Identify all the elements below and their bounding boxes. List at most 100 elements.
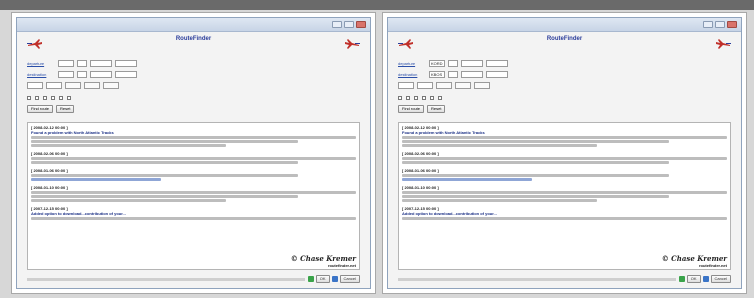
- departure-row: departure: [27, 58, 360, 69]
- destination-field[interactable]: [461, 71, 483, 78]
- setting-select-1[interactable]: [436, 82, 452, 89]
- news-log: [ 2008-02-12 00:00 ] Found a problem wit…: [398, 122, 731, 270]
- minimize-button[interactable]: [703, 21, 713, 28]
- window-controls: [332, 21, 366, 28]
- maximize-button[interactable]: [715, 21, 725, 28]
- help-icon: [331, 276, 338, 282]
- departure-sid-input[interactable]: [448, 60, 458, 67]
- departure-row: departure KORD: [398, 58, 731, 69]
- destination-input[interactable]: [58, 71, 74, 78]
- option-checkbox[interactable]: [398, 95, 403, 101]
- log-date: [ 2008-01-10 00:00 ]: [402, 185, 439, 190]
- app-header: RouteFinder: [398, 36, 731, 58]
- close-button[interactable]: [356, 21, 366, 28]
- option-checkbox[interactable]: [27, 95, 32, 101]
- option-checkbox[interactable]: [59, 95, 64, 101]
- log-entry: [ 2008-01-10 00:00 ]: [31, 185, 356, 202]
- setting-field-1[interactable]: [27, 82, 43, 89]
- reset-button[interactable]: Reset: [56, 104, 75, 113]
- screenshot-frame-right: RouteFinder departure KORD destination K…: [382, 12, 747, 294]
- airplane-icon: [398, 36, 414, 49]
- maximize-button[interactable]: [344, 21, 354, 28]
- departure-input[interactable]: [58, 60, 74, 67]
- log-entry: [ 2008-02-12 00:00 ] Found a problem wit…: [402, 125, 727, 147]
- setting-field-2[interactable]: [417, 82, 433, 89]
- reset-button[interactable]: Reset: [427, 104, 446, 113]
- cancel-button[interactable]: Cancel: [710, 275, 731, 283]
- log-date: [ 2008-01-06 00:00 ]: [402, 168, 439, 173]
- option-checkbox[interactable]: [43, 95, 48, 101]
- action-row: Find route Reset: [27, 103, 360, 114]
- destination-field[interactable]: [90, 71, 112, 78]
- departure-input[interactable]: KORD: [429, 60, 445, 67]
- setting-select-2[interactable]: [455, 82, 471, 89]
- app-name: RouteFinder: [546, 36, 583, 42]
- minimize-button[interactable]: [332, 21, 342, 28]
- option-checkbox[interactable]: [35, 95, 40, 101]
- setting-select-3[interactable]: [103, 82, 119, 89]
- destination-field-2[interactable]: [486, 71, 508, 78]
- destination-row: destination: [27, 69, 360, 80]
- departure-label: departure: [27, 61, 45, 66]
- options-row: [27, 93, 360, 103]
- departure-field[interactable]: [461, 60, 483, 67]
- destination-star-input[interactable]: [77, 71, 87, 78]
- option-checkbox[interactable]: [422, 95, 427, 101]
- cancel-button[interactable]: Cancel: [339, 275, 360, 283]
- play-icon: [678, 276, 685, 282]
- settings-row: [398, 80, 731, 91]
- option-checkbox[interactable]: [414, 95, 419, 101]
- destination-star-input[interactable]: [448, 71, 458, 78]
- ok-button[interactable]: OK: [315, 275, 330, 283]
- destination-input[interactable]: KBOS: [429, 71, 445, 78]
- log-entry: [ 2008-02-12 00:00 ] Found a problem wit…: [31, 125, 356, 147]
- setting-field-1[interactable]: [398, 82, 414, 89]
- option-checkbox[interactable]: [51, 95, 56, 101]
- top-band: [0, 0, 754, 10]
- log-entry: [ 2008-02-06 00:00 ]: [31, 151, 356, 164]
- destination-label: destination: [27, 72, 47, 77]
- log-heading: Found a problem with North Atlantic Trac…: [31, 130, 114, 135]
- log-heading: Added option to download...contribution …: [31, 211, 126, 216]
- setting-field-2[interactable]: [46, 82, 62, 89]
- close-button[interactable]: [727, 21, 737, 28]
- screenshot-frame-left: RouteFinder departure destination Find r…: [11, 12, 376, 294]
- destination-label: destination: [398, 72, 418, 77]
- ok-button[interactable]: OK: [686, 275, 701, 283]
- title-bar: [17, 18, 370, 32]
- options-row: [398, 93, 731, 103]
- departure-sid-input[interactable]: [77, 60, 87, 67]
- log-entry: [ 2008-01-10 00:00 ]: [402, 185, 727, 202]
- log-entry: [ 2007-12-15 00:00 ] Added option to dow…: [402, 206, 727, 220]
- routefinder-window: RouteFinder departure destination Find r…: [16, 17, 371, 289]
- destination-row: destination KBOS: [398, 69, 731, 80]
- help-icon: [702, 276, 709, 282]
- option-checkbox[interactable]: [430, 95, 435, 101]
- option-checkbox[interactable]: [67, 95, 72, 101]
- airplane-icon: [344, 36, 360, 49]
- option-checkbox[interactable]: [438, 95, 443, 101]
- bottom-bar: OK Cancel: [27, 273, 360, 285]
- watermark: © Chase Kremer routefinder.net: [662, 254, 727, 268]
- setting-select-3[interactable]: [474, 82, 490, 89]
- departure-field-2[interactable]: [486, 60, 508, 67]
- setting-select-1[interactable]: [65, 82, 81, 89]
- log-entry: [ 2008-02-06 00:00 ]: [402, 151, 727, 164]
- destination-field-2[interactable]: [115, 71, 137, 78]
- app-header: RouteFinder: [27, 36, 360, 58]
- log-date: [ 2008-02-06 00:00 ]: [31, 151, 68, 156]
- option-checkbox[interactable]: [406, 95, 411, 101]
- departure-field[interactable]: [90, 60, 112, 67]
- news-log: [ 2008-02-12 00:00 ] Found a problem wit…: [27, 122, 360, 270]
- setting-select-2[interactable]: [84, 82, 100, 89]
- log-entry: [ 2008-01-06 00:00 ]: [31, 168, 356, 181]
- log-date: [ 2008-01-10 00:00 ]: [31, 185, 68, 190]
- log-date: [ 2008-02-06 00:00 ]: [402, 151, 439, 156]
- title-bar: [388, 18, 741, 32]
- watermark-small: routefinder.net: [698, 263, 727, 268]
- action-row: Find route Reset: [398, 103, 731, 114]
- departure-label: departure: [398, 61, 416, 66]
- departure-field-2[interactable]: [115, 60, 137, 67]
- find-route-button[interactable]: Find route: [398, 104, 425, 113]
- find-route-button[interactable]: Find route: [27, 104, 54, 113]
